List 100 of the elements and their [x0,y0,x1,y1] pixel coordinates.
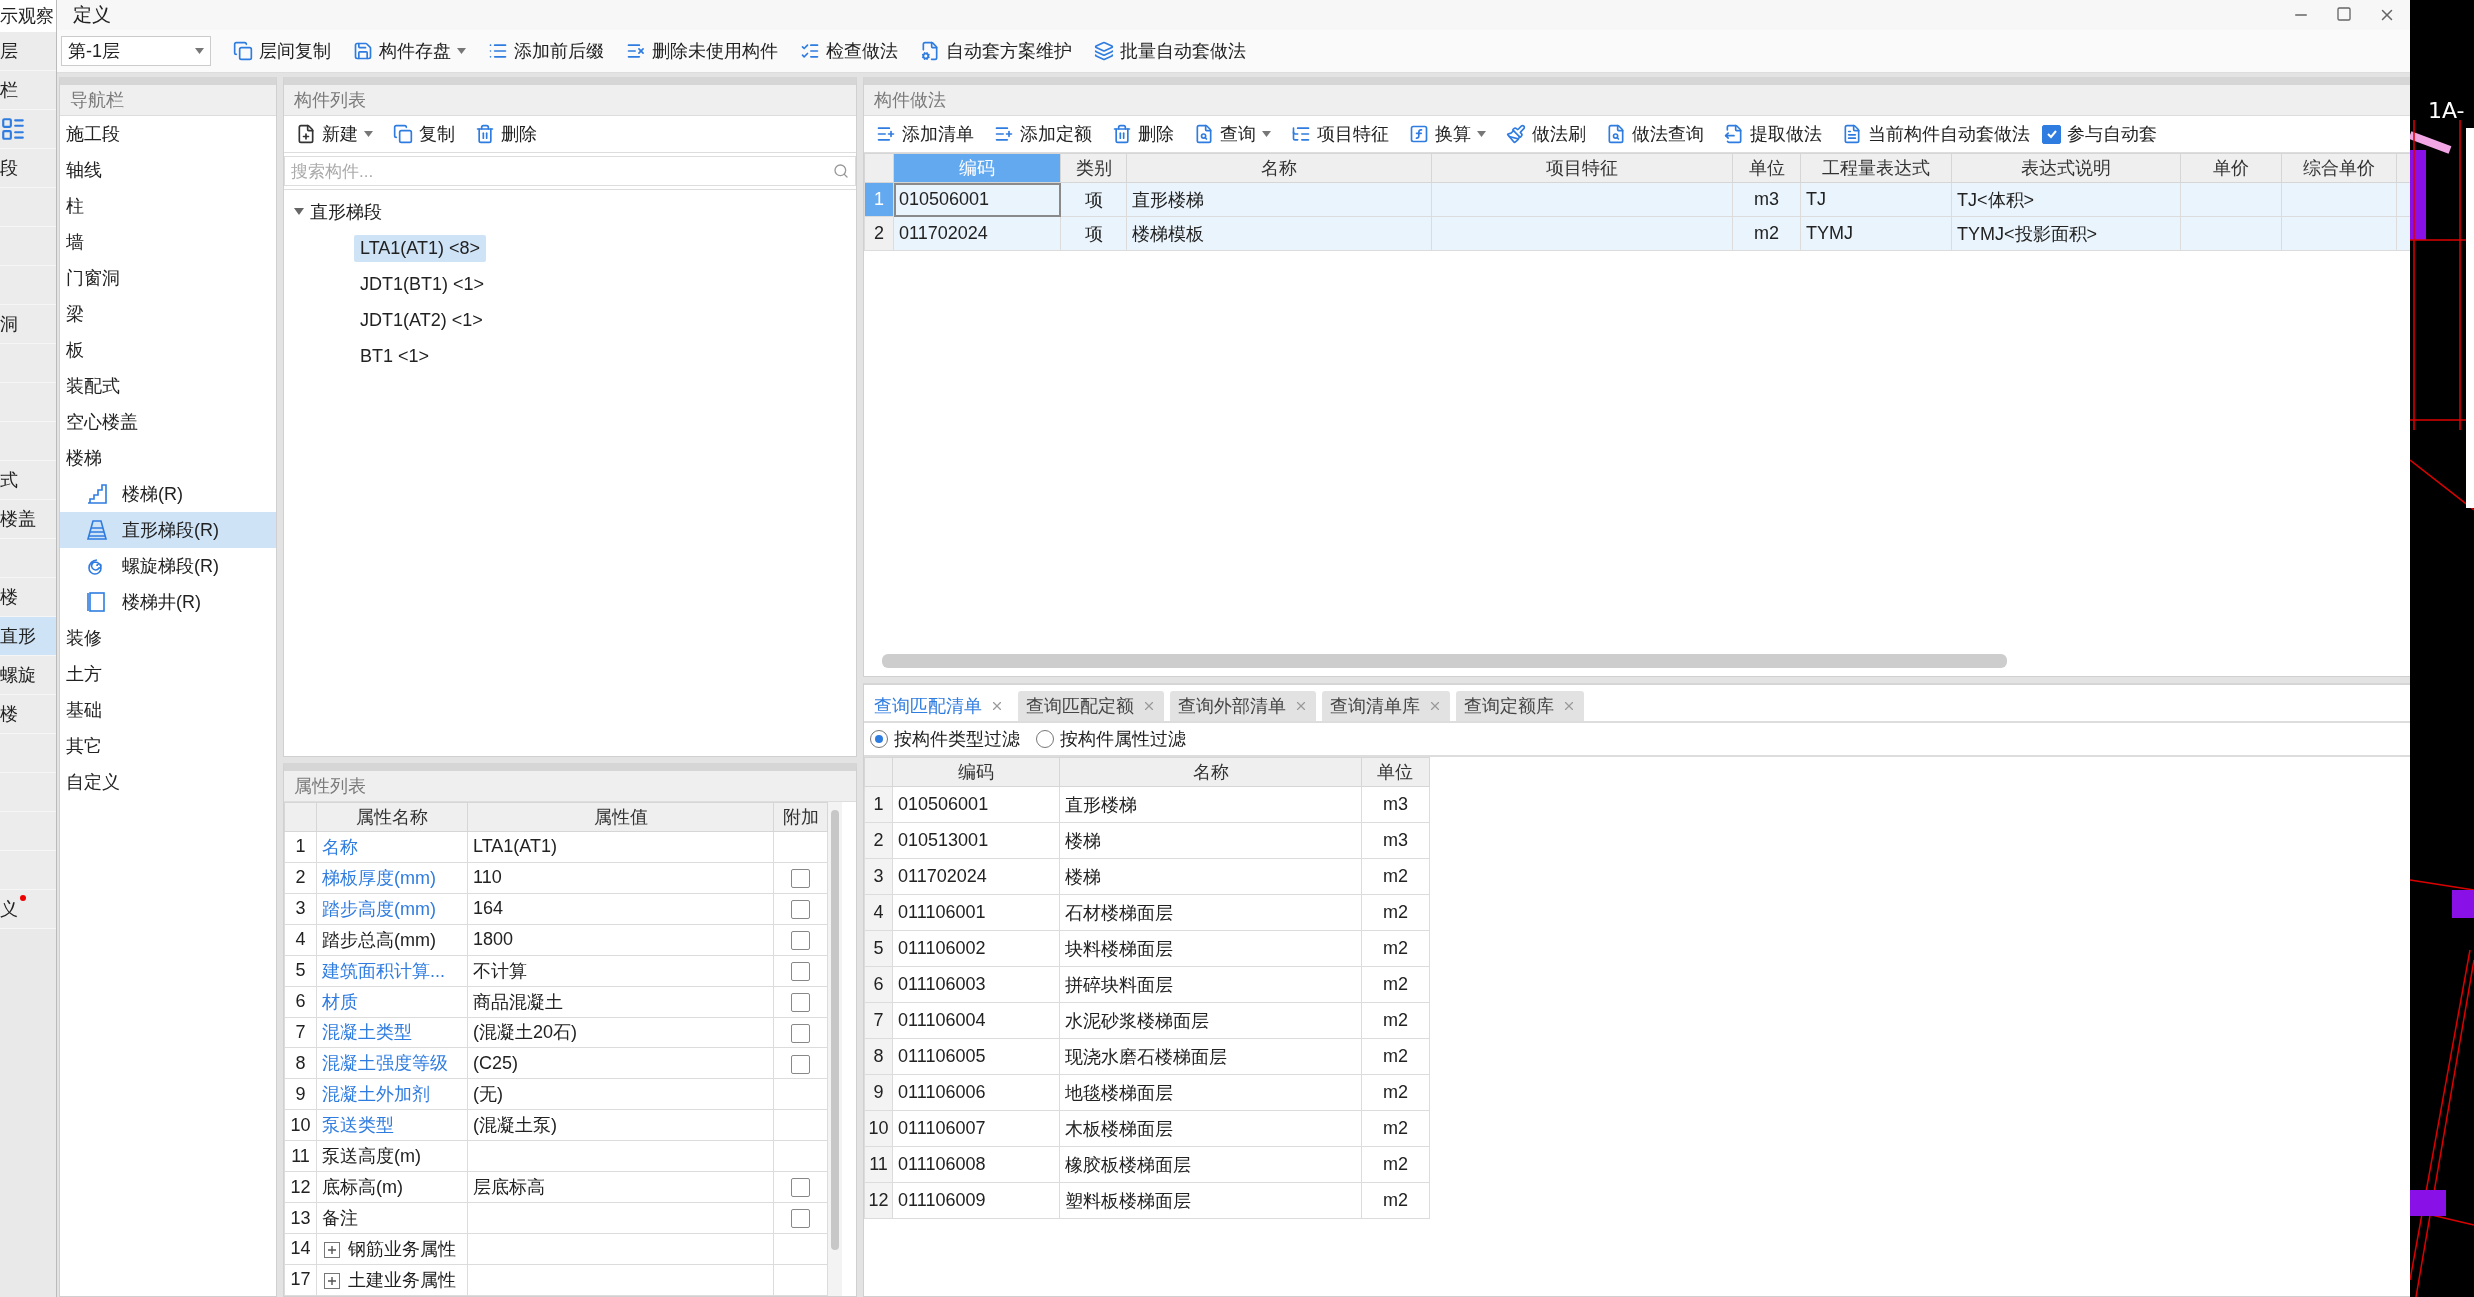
property-value[interactable]: (混凝土20石) [467,1017,774,1048]
nav-item[interactable]: 板 [60,332,276,368]
row-number: 3 [864,858,893,895]
nav-item[interactable]: 墙 [60,224,276,260]
nav-item[interactable]: 空心楼盖 [60,404,276,440]
tab[interactable]: 查询外部清单 [1170,691,1316,721]
tree-item[interactable]: BT1 <1> [354,342,436,370]
table-cell: TJ<体积> [1951,182,2181,217]
checkbox[interactable] [791,1054,810,1074]
checkbox[interactable] [791,1178,810,1198]
list-view-icon[interactable] [0,116,26,142]
column-header[interactable]: 表达式说明 [1951,153,2181,183]
toolbar-button[interactable]: 复制 [385,120,463,148]
filter-radio[interactable]: 按构件属性过滤 [1036,727,1186,751]
toolbar-button[interactable]: 检查做法 [792,37,906,65]
nav-item[interactable]: 楼梯 [60,440,276,476]
nav-item[interactable]: 梁 [60,296,276,332]
checkbox[interactable] [791,1023,810,1043]
nav-item[interactable]: 土方 [60,656,276,692]
toolbar-button[interactable]: 查询 [1186,120,1279,148]
row-number: 4 [864,894,893,931]
property-value[interactable]: (C25) [467,1047,774,1079]
column-header[interactable]: 名称 [1126,153,1432,183]
property-value[interactable]: 商品混凝土 [467,986,774,1018]
vertical-scrollbar[interactable] [831,810,839,1250]
toolbar-button[interactable]: 自动套方案维护 [912,37,1080,65]
property-value[interactable]: 不计算 [467,955,774,987]
column-header[interactable]: 单价 [2180,153,2282,183]
toolbar-button[interactable]: 新建 [288,120,381,148]
nav-item[interactable]: 施工段 [60,116,276,152]
table-cell: 橡胶板楼梯面层 [1059,1146,1362,1183]
filter-radio[interactable]: 按构件类型过滤 [870,727,1020,751]
toolbar-button[interactable]: 添加定额 [986,120,1100,148]
tree-item[interactable]: JDT1(AT2) <1> [354,306,489,334]
toolbar-button[interactable]: 做法刷 [1498,120,1594,148]
row-number: 3 [284,893,317,925]
row-number[interactable]: 2 [864,216,894,251]
tree-item[interactable]: LTA1(AT1) <8> [354,234,487,262]
property-value[interactable]: (无) [467,1078,774,1110]
nav-item[interactable]: 直形梯段(R) [60,512,276,548]
nav-item[interactable]: 基础 [60,692,276,728]
table-cell: 直形楼梯 [1126,182,1432,217]
tab[interactable]: 查询匹配定额 [1018,691,1164,721]
toolbar-button[interactable]: 当前构件自动套做法 [1834,120,2038,148]
property-value[interactable]: 164 [467,893,774,925]
checkbox[interactable] [791,992,810,1012]
checkbox[interactable] [791,900,810,920]
caret-icon [1477,131,1486,137]
nav-item[interactable]: 自定义 [60,764,276,800]
tree-item[interactable]: JDT1(BT1) <1> [354,270,491,298]
property-value[interactable]: LTA1(AT1) [467,831,774,863]
property-value[interactable]: 1800 [467,924,774,956]
toolbar-button[interactable]: 构件存盘 [345,37,474,65]
column-header[interactable]: 项目特征 [1431,153,1733,183]
horizontal-scrollbar[interactable] [882,654,2007,668]
property-value[interactable]: (混凝土泵) [467,1109,774,1141]
nav-item[interactable]: 门窗洞 [60,260,276,296]
copy-icon [233,41,253,61]
nav-item[interactable]: 柱 [60,188,276,224]
column-header[interactable]: 综合单价 [2281,153,2397,183]
column-header[interactable]: 单位 [1732,153,1801,183]
tab[interactable]: 查询清单库 [1322,691,1450,721]
checkbox[interactable] [791,1209,810,1229]
property-value[interactable]: 110 [467,862,774,894]
nav-item[interactable]: 其它 [60,728,276,764]
toolbar-button[interactable]: 添加清单 [868,120,982,148]
toolbar-button[interactable]: 批量自动套做法 [1086,37,1254,65]
tree-group-label[interactable]: 直形梯段 [310,200,382,224]
auto-apply-checkbox[interactable]: 参与自动套 [2042,122,2157,146]
nav-item[interactable]: 楼梯(R) [60,476,276,512]
floor-select[interactable]: 第-1层 [61,36,211,66]
checkbox[interactable] [791,961,810,981]
nav-item[interactable]: 轴线 [60,152,276,188]
expand-icon[interactable] [294,208,304,216]
nav-item[interactable]: 螺旋梯段(R) [60,548,276,584]
property-value[interactable]: 层底标高 [467,1171,774,1203]
checkbox[interactable] [791,930,810,950]
nav-item[interactable]: 装修 [60,620,276,656]
toolbar-button[interactable]: 删除 [1104,120,1182,148]
expand-icon[interactable] [324,1273,340,1290]
nav-item[interactable]: 楼梯井(R) [60,584,276,620]
function-icon [1409,124,1429,144]
toolbar-button[interactable]: 添加前后缀 [480,37,612,65]
toolbar-button[interactable]: 项目特征 [1283,120,1397,148]
maximize-icon[interactable] [2336,6,2352,22]
nav-item[interactable]: 装配式 [60,368,276,404]
cad-drawing[interactable]: 1A- [2410,0,2474,1297]
checkbox[interactable] [791,869,810,889]
toolbar-button[interactable]: 换算 [1401,120,1494,148]
row-number: 14 [284,1233,317,1265]
toolbar-button[interactable]: 删除 [467,120,545,148]
column-header[interactable]: 工程量表达式 [1800,153,1952,183]
toolbar-button[interactable]: 提取做法 [1716,120,1830,148]
toolbar-button[interactable]: 删除未使用构件 [618,37,786,65]
toolbar-button[interactable]: 做法查询 [1598,120,1712,148]
copy-icon [393,124,413,144]
expand-icon[interactable] [324,1242,340,1259]
tab[interactable]: 查询定额库 [1456,691,1584,721]
toolbar-button[interactable]: 层间复制 [225,37,339,65]
column-header[interactable]: 类别 [1060,153,1127,183]
